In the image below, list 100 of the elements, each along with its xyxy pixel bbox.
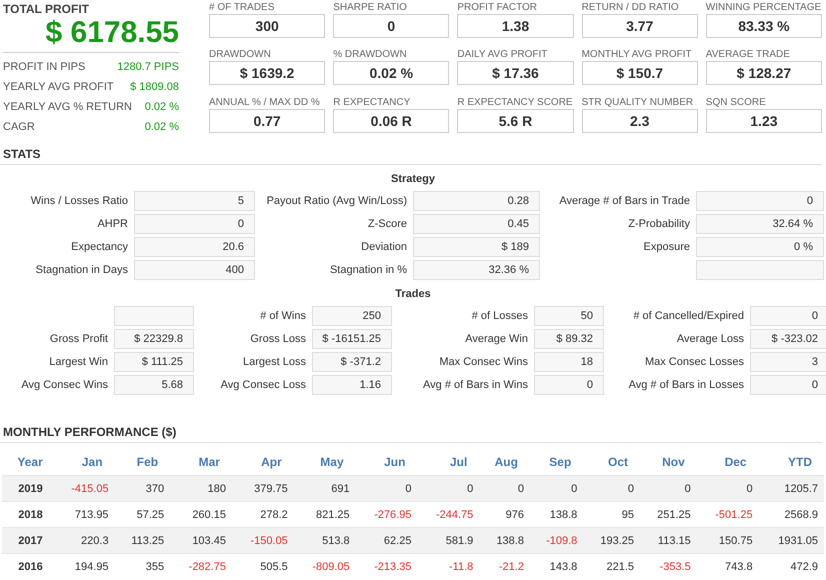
table-cell: 2019 <box>2 476 53 502</box>
table-cell: -415.05 <box>52 476 115 502</box>
stat-label: Payout Ratio (Avg Win/Loss) <box>266 195 407 207</box>
stat-value: $ 89.32 <box>534 329 604 349</box>
stat-label: Average Loss <box>676 333 744 345</box>
stat-value: 18 <box>534 352 604 372</box>
stat-value: 0 <box>750 306 826 326</box>
metric-label: RETURN / DD RATIO <box>582 2 680 14</box>
table-cell: 62.25 <box>356 528 418 554</box>
stat-value: 20.6 <box>134 237 255 257</box>
metric-value: 5.6 R <box>457 108 574 133</box>
metric-label: WINNING PERCENTAGE <box>706 2 822 14</box>
table-cell: 113.25 <box>114 528 170 554</box>
section-heading: MONTHLY PERFORMANCE ($) <box>0 399 822 443</box>
table-cell: -353.5 <box>640 554 697 579</box>
table-cell: 103.45 <box>170 528 232 554</box>
stat-value: $ -16151.25 <box>312 329 392 349</box>
summary-value: 1280.7 PIPS <box>117 61 179 73</box>
metric-label: SQN SCORE <box>706 96 767 109</box>
stat-value: 0 <box>534 375 604 395</box>
table-cell: 513.8 <box>294 528 356 554</box>
metric-label: R EXPECTANCY SCORE <box>457 96 574 109</box>
table-cell: 1205.7 <box>758 476 824 502</box>
metric-value: $ 150.7 <box>582 61 698 86</box>
table-cell: -213.35 <box>356 554 418 579</box>
table-cell: 0 <box>583 476 640 502</box>
stat-value: 3 <box>750 352 826 372</box>
stat-value: 250 <box>312 306 392 326</box>
stat-value: $ -323.02 <box>750 329 826 349</box>
metric-value: 1.23 <box>706 108 822 133</box>
stat-label: Exposure <box>642 241 690 253</box>
summary-value: 0.02 % <box>144 121 179 133</box>
stat-label: Average # of Bars in Trade <box>558 195 690 207</box>
column-header: Sep <box>530 449 584 476</box>
summary-label: YEARLY AVG % RETURN <box>3 101 132 113</box>
column-header: Oct <box>583 449 640 476</box>
table-cell: 0 <box>479 476 530 502</box>
table-cell: 221.5 <box>583 554 640 579</box>
stat-label: Avg # of Bars in Wins <box>422 379 528 391</box>
metric-value: 2.3 <box>582 108 698 133</box>
table-cell: 2016 <box>2 554 53 579</box>
metric-value: 3.77 <box>582 14 698 38</box>
table-cell: 743.8 <box>696 554 759 579</box>
metric-value: 0.02 % <box>333 61 450 86</box>
column-header: May <box>294 449 356 476</box>
table-cell: -21.2 <box>479 554 530 579</box>
stat-value: 0 % <box>696 237 824 257</box>
column-header: Jun <box>356 449 418 476</box>
stat-label: Z-Score <box>366 218 407 230</box>
column-header: Mar <box>170 449 232 476</box>
column-header: Jul <box>417 449 480 476</box>
summary-label: YEARLY AVG PROFIT <box>3 81 114 93</box>
stat-label: Max Consec Losses <box>644 356 744 368</box>
table-cell: -11.8 <box>417 554 480 579</box>
stat-label: # of Losses <box>470 310 528 322</box>
stat-label: Avg Consec Loss <box>220 379 306 391</box>
table-cell: 370 <box>114 476 170 502</box>
stat-value: $ 189 <box>413 237 540 257</box>
table-cell: 220.3 <box>52 528 115 554</box>
stat-value: 32.36 % <box>413 260 540 280</box>
metric-label: SHARPE RATIO <box>333 2 408 14</box>
stat-value: 0.45 <box>413 214 540 234</box>
stat-value: $ 22329.8 <box>114 329 194 349</box>
table-cell: 180 <box>170 476 232 502</box>
stat-value: $ -371.2 <box>312 352 392 372</box>
table-cell: 691 <box>294 476 356 502</box>
stat-label: Gross Loss <box>249 333 306 345</box>
stat-value: 5 <box>134 191 255 211</box>
table-cell: -150.05 <box>232 528 294 554</box>
metric-value: 0.77 <box>209 108 326 133</box>
table-cell: 150.75 <box>696 528 759 554</box>
metric-label: AVERAGE TRADE <box>706 49 791 62</box>
column-header: Aug <box>479 449 530 476</box>
table-cell: 581.9 <box>417 528 480 554</box>
table-cell: 193.25 <box>583 528 640 554</box>
summary-label: PROFIT IN PIPS <box>3 61 86 73</box>
metric-label: # OF TRADES <box>209 2 276 14</box>
stat-label: Stagnation in % <box>328 264 407 276</box>
table-cell: -282.75 <box>170 554 232 579</box>
table-cell: 379.75 <box>232 476 294 502</box>
table-cell: 194.95 <box>52 554 115 579</box>
stat-label: Wins / Losses Ratio <box>30 195 128 207</box>
table-cell: 0 <box>696 476 759 502</box>
metric-value: $ 17.36 <box>457 61 574 86</box>
metric-value: 0.06 R <box>333 108 450 133</box>
table-cell: 355 <box>114 554 170 579</box>
metric-label: STR QUALITY NUMBER <box>582 96 694 109</box>
stat-label: AHPR <box>96 218 128 230</box>
table-cell: 472.9 <box>758 554 824 579</box>
stat-label: Largest Win <box>48 356 108 368</box>
table-cell: 138.8 <box>479 528 530 554</box>
metric-label: ANNUAL % / MAX DD % <box>209 96 321 109</box>
table-cell: 143.8 <box>530 554 584 579</box>
metric-value: 1.38 <box>457 14 574 38</box>
stat-value: $ 111.25 <box>114 352 194 372</box>
stat-label: Avg # of Bars in Losses <box>628 379 744 391</box>
metric-label: R EXPECTANCY <box>333 96 412 109</box>
stat-label: # of Cancelled/Expired <box>632 310 744 322</box>
stat-label: Average Win <box>464 333 528 345</box>
metric-label: DRAWDOWN <box>209 49 272 62</box>
